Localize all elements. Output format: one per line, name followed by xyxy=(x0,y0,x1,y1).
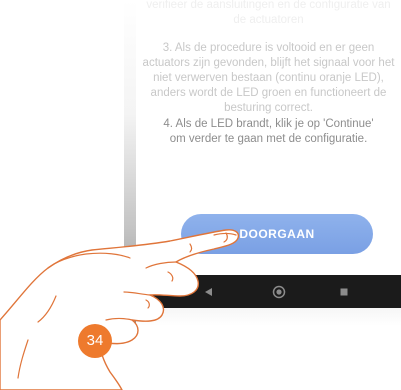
home-circle-icon xyxy=(272,285,286,298)
home-button[interactable] xyxy=(259,275,299,308)
continue-button[interactable]: DOORGAAN xyxy=(181,214,373,254)
back-button[interactable] xyxy=(189,275,229,308)
back-triangle-icon xyxy=(205,287,212,296)
recents-button[interactable] xyxy=(324,275,364,308)
previous-step-text: verifieer de aansluitingen en de configu… xyxy=(146,0,391,26)
step-3-text: 3. Als de procedure is voltooid en er ge… xyxy=(142,42,395,114)
app-screen: verifieer de aansluitingen en de configu… xyxy=(136,0,401,275)
step-number-badge: 34 xyxy=(78,324,112,358)
android-navigation-bar xyxy=(136,275,401,308)
phone-chin xyxy=(136,308,401,326)
recents-square-icon xyxy=(340,288,348,295)
manual-figure: verifieer de aansluitingen en de configu… xyxy=(0,0,401,390)
step-4-text: 4. Als de LED brandt, klik je op 'Contin… xyxy=(163,118,374,145)
phone-device: verifieer de aansluitingen en de configu… xyxy=(124,0,401,326)
